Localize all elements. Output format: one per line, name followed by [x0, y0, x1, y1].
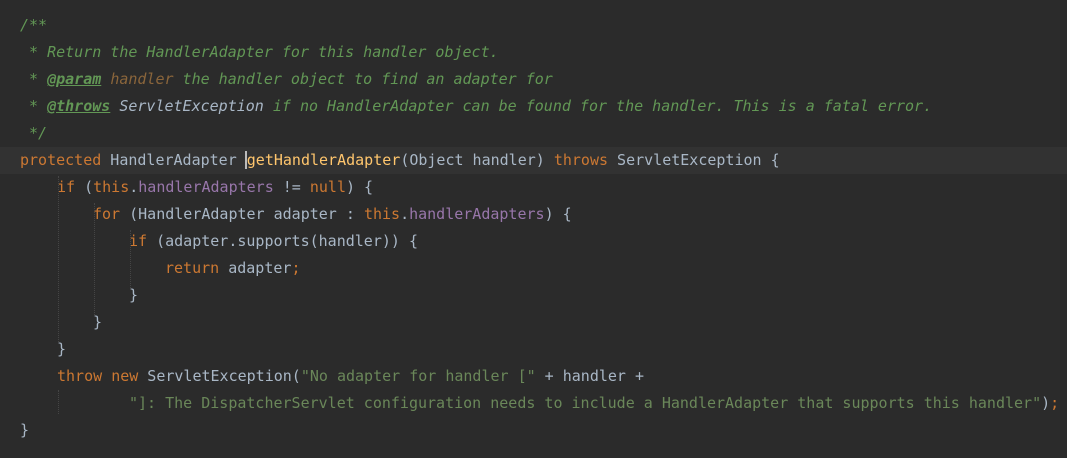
- code-token: }: [93, 313, 103, 331]
- indent-guide: [58, 390, 59, 414]
- code-token: *: [20, 97, 48, 115]
- code-token: handler: [110, 70, 174, 88]
- code-line-current[interactable]: protected HandlerAdapter getHandlerAdapt…: [0, 147, 1067, 174]
- code-line-text: * Return the HandlerAdapter for this han…: [20, 39, 499, 66]
- method-name-token: getHandlerAdapter: [244, 151, 401, 169]
- code-token: adapter: [219, 259, 292, 277]
- code-token: * Return the HandlerAdapter for this han…: [20, 43, 499, 61]
- code-line[interactable]: }: [0, 282, 1067, 309]
- code-token: }: [20, 421, 30, 439]
- code-token: + handler +: [535, 367, 645, 385]
- code-token: if no HandlerAdapter can be found for th…: [263, 97, 933, 115]
- code-token: for: [93, 205, 121, 223]
- code-line-text: */: [20, 120, 47, 147]
- code-line[interactable]: * @throws ServletException if no Handler…: [0, 93, 1067, 120]
- code-token: protected: [20, 151, 102, 169]
- code-token: ServletException {: [608, 151, 780, 169]
- code-token: the handler object to find an adapter fo…: [173, 70, 553, 88]
- code-token: (Object handler): [400, 151, 554, 169]
- code-line[interactable]: * @param handler the handler object to f…: [0, 66, 1067, 93]
- indent-guide: [130, 230, 131, 288]
- code-token: HandlerAdapter: [101, 151, 246, 169]
- code-line-text: return adapter;: [165, 255, 300, 282]
- code-line-text: * @param handler the handler object to f…: [20, 66, 553, 93]
- code-line[interactable]: throw new ServletException("No adapter f…: [0, 363, 1067, 390]
- code-token: "]: The DispatcherServlet configuration …: [129, 394, 1042, 412]
- code-token: this: [363, 205, 401, 223]
- code-line[interactable]: * Return the HandlerAdapter for this han…: [0, 39, 1067, 66]
- code-line[interactable]: if (adapter.supports(handler)) {: [0, 228, 1067, 255]
- code-token: this: [93, 178, 130, 196]
- indent-guide: [58, 176, 59, 342]
- code-token: /**: [20, 16, 48, 34]
- code-token: }: [57, 340, 67, 358]
- code-token: throw: [57, 367, 103, 385]
- code-line-text: protected HandlerAdapter getHandlerAdapt…: [20, 147, 780, 174]
- code-token: */: [20, 124, 48, 142]
- code-token: (HandlerAdapter adapter :: [120, 205, 364, 223]
- code-token: *: [20, 70, 48, 88]
- code-token: throws: [553, 151, 609, 169]
- code-token: ;: [1050, 394, 1060, 412]
- code-line[interactable]: /**: [0, 12, 1067, 39]
- code-token: ) {: [346, 178, 374, 196]
- code-token: (adapter.supports(handler)) {: [147, 232, 418, 250]
- code-editor[interactable]: /** * Return the HandlerAdapter for this…: [0, 0, 1067, 458]
- code-token: null: [309, 178, 346, 196]
- code-line-text: for (HandlerAdapter adapter : this.handl…: [93, 201, 572, 228]
- code-token: .: [400, 205, 410, 223]
- code-line-text: if (this.handlerAdapters != null) {: [57, 174, 373, 201]
- code-token: (: [75, 178, 94, 196]
- code-token: new: [111, 367, 139, 385]
- code-token: if: [57, 178, 76, 196]
- code-token: ServletException: [119, 97, 264, 115]
- code-token: ): [1041, 394, 1051, 412]
- code-token: @param: [47, 70, 102, 88]
- code-line-text: throw new ServletException("No adapter f…: [57, 363, 644, 390]
- code-line-text: "]: The DispatcherServlet configuration …: [129, 390, 1059, 417]
- code-line[interactable]: "]: The DispatcherServlet configuration …: [0, 390, 1067, 417]
- code-token: if: [129, 232, 148, 250]
- code-line[interactable]: }: [0, 309, 1067, 336]
- code-token: ) {: [544, 205, 572, 223]
- code-token: return: [165, 259, 220, 277]
- code-token: @throws: [47, 97, 111, 115]
- code-line[interactable]: }: [0, 417, 1067, 444]
- code-token: handlerAdapters: [138, 178, 274, 196]
- code-line[interactable]: }: [0, 336, 1067, 363]
- code-token: !=: [273, 178, 310, 196]
- code-line[interactable]: for (HandlerAdapter adapter : this.handl…: [0, 201, 1067, 228]
- code-line-text: /**: [20, 12, 47, 39]
- code-line-text: * @throws ServletException if no Handler…: [20, 93, 932, 120]
- code-line[interactable]: return adapter;: [0, 255, 1067, 282]
- code-line[interactable]: if (this.handlerAdapters != null) {: [0, 174, 1067, 201]
- code-token: .: [129, 178, 139, 196]
- code-token: "No adapter for handler [": [300, 367, 536, 385]
- indent-guide: [94, 203, 95, 315]
- code-line-text: }: [20, 417, 29, 444]
- code-token: }: [129, 286, 139, 304]
- code-token: ;: [291, 259, 301, 277]
- code-token: handlerAdapters: [409, 205, 545, 223]
- code-token: ServletException(: [138, 367, 301, 385]
- code-line-text: if (adapter.supports(handler)) {: [129, 228, 418, 255]
- code-line[interactable]: */: [0, 120, 1067, 147]
